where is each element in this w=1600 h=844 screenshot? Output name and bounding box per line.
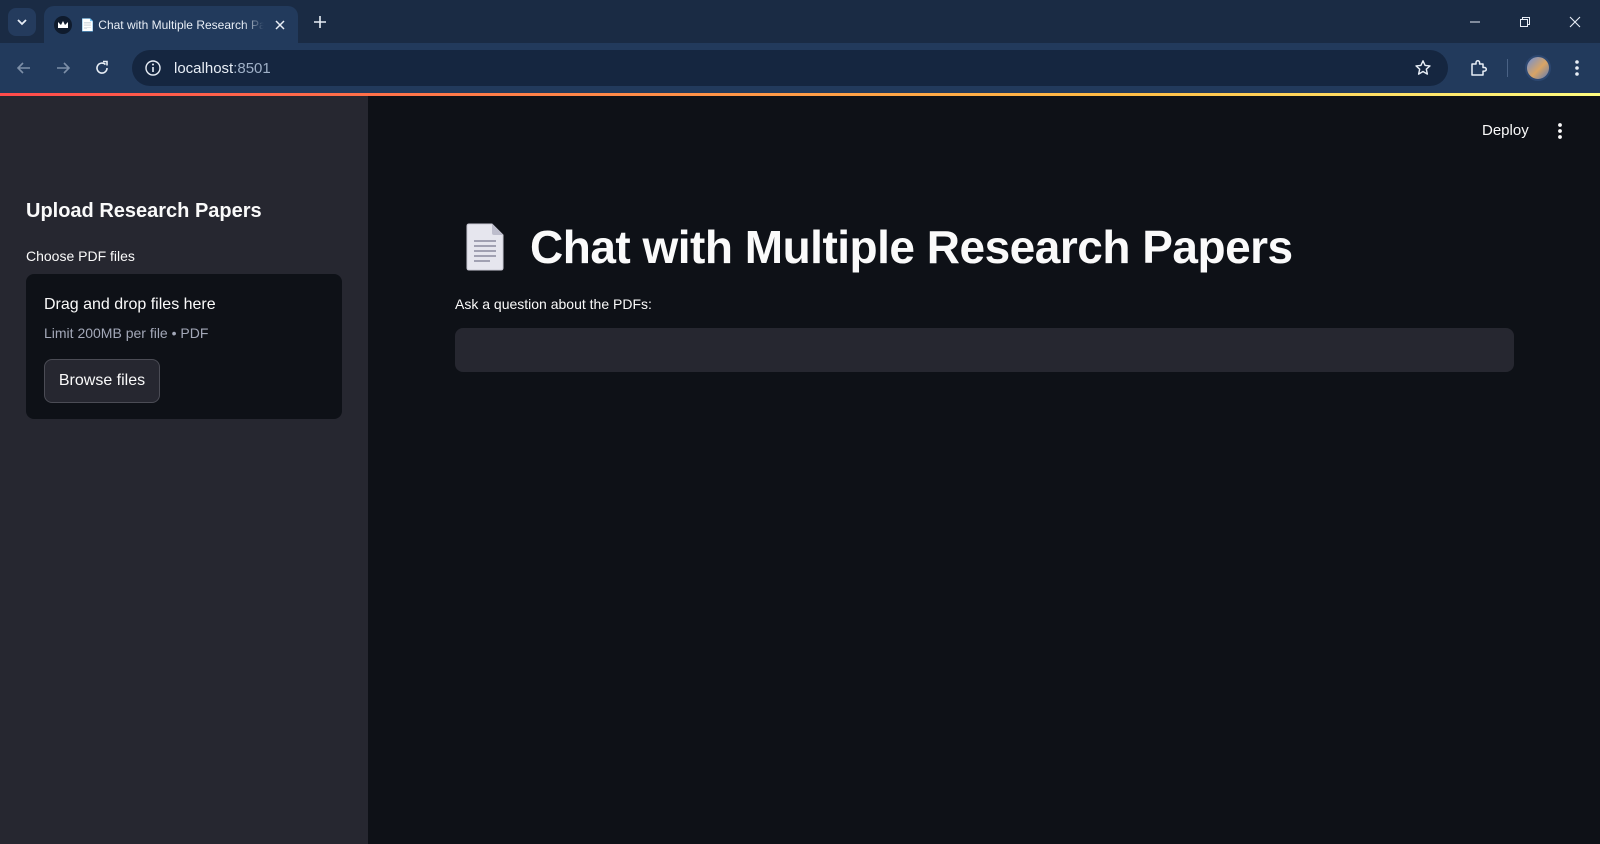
- toolbar-divider: [1507, 59, 1508, 77]
- plus-icon: [314, 16, 326, 28]
- bookmark-star-icon[interactable]: [1412, 57, 1434, 79]
- reload-icon: [96, 60, 108, 74]
- arrow-right-icon: [57, 62, 71, 74]
- dropzone-title: Drag and drop files here: [44, 296, 216, 313]
- tab-search-button[interactable]: [8, 8, 36, 36]
- back-button[interactable]: [10, 54, 38, 82]
- reload-button[interactable]: [88, 54, 116, 82]
- question-input-label: Ask a question about the PDFs:: [455, 296, 652, 312]
- close-icon: [1569, 16, 1581, 28]
- restore-button[interactable]: [1513, 10, 1537, 34]
- file-dropzone[interactable]: Drag and drop files here Limit 200MB per…: [26, 274, 342, 419]
- page-title: Chat with Multiple Research Papers: [530, 221, 1293, 273]
- profile-avatar[interactable]: [1525, 55, 1551, 81]
- minimize-icon: [1470, 21, 1480, 23]
- minimize-button[interactable]: [1463, 10, 1487, 34]
- address-bar[interactable]: localhost:8501: [132, 50, 1448, 86]
- dropzone-limit-text: Limit 200MB per file • PDF: [44, 325, 209, 341]
- kebab-menu-icon: [1575, 60, 1579, 76]
- extensions-puzzle-icon[interactable]: [1466, 55, 1492, 81]
- file-uploader-label: Choose PDF files: [26, 248, 135, 264]
- forward-button[interactable]: [49, 54, 77, 82]
- arrow-left-icon: [16, 62, 30, 74]
- main-content: Deploy Chat with Multiple Research Paper…: [368, 96, 1600, 844]
- site-info-icon[interactable]: [142, 57, 164, 79]
- new-tab-button[interactable]: [308, 10, 332, 34]
- sidebar: Upload Research Papers Choose PDF files …: [0, 96, 368, 844]
- sidebar-heading: Upload Research Papers: [26, 200, 262, 222]
- deploy-button[interactable]: Deploy: [1482, 122, 1529, 139]
- url-host: localhost: [174, 59, 234, 77]
- browser-tab-strip: 📄 Chat with Multiple Research Papers: [0, 0, 1600, 43]
- close-tab-icon[interactable]: [272, 17, 288, 33]
- browser-toolbar: localhost:8501: [0, 43, 1600, 93]
- streamlit-crown-icon: [54, 15, 72, 34]
- kebab-menu-icon: [1558, 123, 1562, 139]
- browse-files-button[interactable]: Browse files: [44, 359, 160, 403]
- app-menu-button[interactable]: [1549, 120, 1571, 142]
- page-title-row: Chat with Multiple Research Papers: [464, 220, 1293, 274]
- tab-title: 📄 Chat with Multiple Research Papers: [80, 17, 264, 32]
- close-window-button[interactable]: [1563, 10, 1587, 34]
- page-document-icon: [466, 223, 504, 271]
- restore-icon: [1520, 17, 1530, 27]
- question-input[interactable]: [455, 328, 1514, 372]
- browser-tab-active[interactable]: 📄 Chat with Multiple Research Papers: [44, 6, 298, 43]
- url-port: :8501: [233, 59, 271, 77]
- chevron-down-icon: [17, 19, 27, 26]
- url-text: localhost:8501: [174, 60, 271, 77]
- browser-menu-button[interactable]: [1564, 55, 1590, 81]
